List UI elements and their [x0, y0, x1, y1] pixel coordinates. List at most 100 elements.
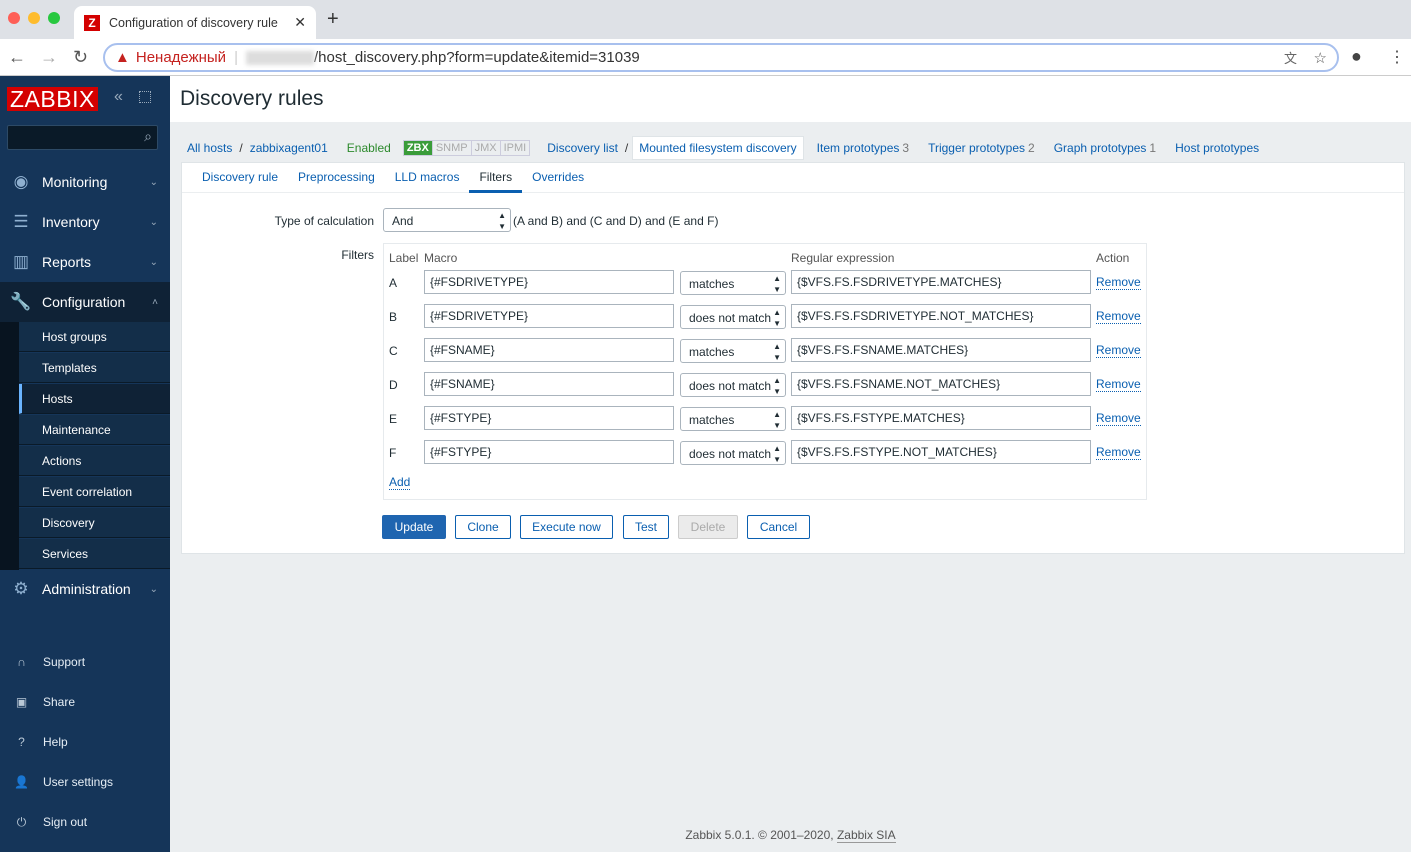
- discovery-list-link[interactable]: Discovery list: [547, 141, 618, 155]
- update-button[interactable]: Update: [382, 515, 446, 539]
- url-text: /host_discovery.php?form=update&itemid=3…: [313, 49, 640, 66]
- column-label: Label: [389, 251, 419, 265]
- filters-label: Filters: [341, 248, 374, 262]
- submenu-templates[interactable]: Templates: [19, 353, 170, 383]
- profile-icon[interactable]: ●: [1351, 46, 1362, 67]
- item-prototypes-link[interactable]: Item prototypes 3: [817, 141, 909, 155]
- remove-link[interactable]: Remove: [1096, 378, 1141, 392]
- bookmark-star-icon[interactable]: ☆: [1314, 49, 1327, 67]
- submenu-services[interactable]: Services: [19, 539, 170, 569]
- regex-input[interactable]: {$VFS.FS.FSDRIVETYPE.MATCHES}: [791, 270, 1091, 294]
- menu-configuration[interactable]: 🔧 Configuration ˄: [0, 282, 170, 322]
- menu-reports[interactable]: ▥ Reports ⌄: [0, 242, 170, 282]
- share-link[interactable]: ▣ Share: [0, 692, 170, 712]
- search-icon[interactable]: ⌕: [144, 128, 152, 145]
- minimize-window-button[interactable]: [28, 12, 40, 24]
- kiosk-mode-icon[interactable]: [139, 91, 151, 103]
- chevron-down-icon: ⌄: [149, 583, 158, 595]
- availability-badges: ZBX SNMP JMX IPMI: [402, 140, 531, 156]
- back-icon[interactable]: ←: [8, 47, 26, 68]
- execute-now-button[interactable]: Execute now: [520, 515, 613, 539]
- reload-icon[interactable]: ↻: [73, 47, 88, 68]
- tab-lld-macros[interactable]: LLD macros: [385, 163, 470, 193]
- submenu-event-correlation[interactable]: Event correlation: [19, 477, 170, 507]
- collapse-sidebar-icon[interactable]: «: [114, 88, 123, 106]
- remove-link[interactable]: Remove: [1096, 344, 1141, 358]
- remove-link[interactable]: Remove: [1096, 276, 1141, 290]
- row-label: C: [389, 344, 398, 358]
- insecure-label: Ненадежный: [135, 49, 227, 66]
- regex-input[interactable]: {$VFS.FS.FSTYPE.NOT_MATCHES}: [791, 440, 1091, 464]
- submenu-discovery[interactable]: Discovery: [19, 508, 170, 538]
- zabbix-logo[interactable]: ZABBIX: [7, 87, 98, 112]
- regex-input[interactable]: {$VFS.FS.FSNAME.MATCHES}: [791, 338, 1091, 362]
- browser-menu-icon[interactable]: ⋮: [1389, 47, 1405, 67]
- operator-select[interactable]: matches ▲ ▼: [680, 339, 786, 363]
- filter-row: A {#FSDRIVETYPE} matches ▲ ▼ {$VFS.FS.FSDR…: [384, 270, 1146, 304]
- macro-input[interactable]: {#FSNAME}: [424, 338, 674, 362]
- help-icon: ?: [18, 735, 25, 749]
- sign-out-link[interactable]: ⏻ Sign out: [0, 812, 170, 832]
- menu-inventory[interactable]: ☰ Inventory ⌄: [0, 202, 170, 242]
- remove-link[interactable]: Remove: [1096, 412, 1141, 426]
- operator-select[interactable]: matches ▲ ▼: [680, 271, 786, 295]
- remove-link[interactable]: Remove: [1096, 446, 1141, 460]
- select-arrows-icon: ▲ ▼: [498, 211, 506, 231]
- status-enabled[interactable]: Enabled: [347, 141, 391, 155]
- trigger-prototypes-link[interactable]: Trigger prototypes 2: [928, 141, 1035, 155]
- form-panel: Discovery rule Preprocessing LLD macros …: [181, 162, 1405, 554]
- add-filter-link[interactable]: Add: [389, 476, 411, 490]
- close-tab-icon[interactable]: ✕: [294, 14, 306, 31]
- tab-discovery-rule[interactable]: Discovery rule: [192, 163, 288, 193]
- submenu-host-groups[interactable]: Host groups: [19, 322, 170, 352]
- zabbix-sia-link[interactable]: Zabbix SIA: [836, 828, 896, 843]
- host-prototypes-link[interactable]: Host prototypes: [1175, 141, 1259, 155]
- submenu-actions[interactable]: Actions: [19, 446, 170, 476]
- graph-prototypes-link[interactable]: Graph prototypes 1: [1054, 141, 1156, 155]
- operator-select[interactable]: does not match ▲ ▼: [680, 373, 786, 397]
- browser-tab[interactable]: Z Configuration of discovery rule ✕: [74, 6, 316, 39]
- support-link[interactable]: ∩ Support: [0, 652, 170, 672]
- macro-input[interactable]: {#FSDRIVETYPE}: [424, 270, 674, 294]
- tab-title: Configuration of discovery rule: [109, 15, 278, 30]
- filter-row: F {#FSTYPE} does not match ▲ ▼ {$VFS.FS.FS…: [384, 440, 1146, 474]
- sidebar-search-input[interactable]: ⌕: [7, 125, 158, 150]
- select-arrows-icon: ▲ ▼: [773, 376, 781, 396]
- url-input[interactable]: ▲ Ненадежный | /host_discovery.php?form=…: [103, 43, 1339, 72]
- maximize-window-button[interactable]: [48, 12, 60, 24]
- operator-select[interactable]: does not match ▲ ▼: [680, 305, 786, 329]
- tab-filters[interactable]: Filters: [469, 163, 523, 193]
- jmx-badge: JMX: [470, 141, 500, 155]
- user-settings-link[interactable]: 👤 User settings: [0, 772, 170, 792]
- select-arrows-icon: ▲ ▼: [773, 410, 781, 430]
- row-label: F: [389, 446, 397, 460]
- macro-input[interactable]: {#FSTYPE}: [424, 406, 674, 430]
- forward-icon[interactable]: →: [40, 47, 58, 68]
- tab-overrides[interactable]: Overrides: [522, 163, 594, 193]
- regex-input[interactable]: {$VFS.FS.FSDRIVETYPE.NOT_MATCHES}: [791, 304, 1091, 328]
- operator-select[interactable]: does not match ▲ ▼: [680, 441, 786, 465]
- macro-input[interactable]: {#FSDRIVETYPE}: [424, 304, 674, 328]
- host-link[interactable]: zabbixagent01: [250, 141, 328, 155]
- tab-preprocessing[interactable]: Preprocessing: [288, 163, 385, 193]
- cancel-button[interactable]: Cancel: [747, 515, 810, 539]
- menu-administration[interactable]: ⚙ Administration ⌄: [0, 569, 170, 609]
- remove-link[interactable]: Remove: [1096, 310, 1141, 324]
- test-button[interactable]: Test: [623, 515, 669, 539]
- regex-input[interactable]: {$VFS.FS.FSTYPE.MATCHES}: [791, 406, 1091, 430]
- current-rule[interactable]: Mounted filesystem discovery: [632, 136, 804, 160]
- calc-type-select[interactable]: And ▲ ▼: [383, 208, 511, 232]
- regex-input[interactable]: {$VFS.FS.FSNAME.NOT_MATCHES}: [791, 372, 1091, 396]
- close-window-button[interactable]: [8, 12, 20, 24]
- operator-select[interactable]: matches ▲ ▼: [680, 407, 786, 431]
- translate-icon[interactable]: ⽂: [1284, 48, 1297, 67]
- macro-input[interactable]: {#FSNAME}: [424, 372, 674, 396]
- clone-button[interactable]: Clone: [455, 515, 511, 539]
- submenu-hosts[interactable]: Hosts: [19, 384, 170, 414]
- menu-monitoring[interactable]: ◉ Monitoring ⌄: [0, 162, 170, 202]
- macro-input[interactable]: {#FSTYPE}: [424, 440, 674, 464]
- help-link[interactable]: ? Help: [0, 732, 170, 752]
- submenu-maintenance[interactable]: Maintenance: [19, 415, 170, 445]
- new-tab-icon[interactable]: +: [327, 8, 339, 31]
- all-hosts-link[interactable]: All hosts: [187, 141, 232, 155]
